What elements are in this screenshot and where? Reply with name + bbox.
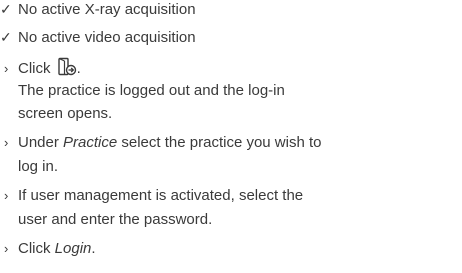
step-text: Click [18, 240, 55, 257]
step-emphasis: Practice [63, 134, 118, 151]
step-text: If user management is activated, select … [18, 187, 304, 204]
step-arrow-icon: › [4, 61, 9, 76]
step-arrow-icon: › [4, 135, 9, 150]
instruction-document: ✓ No active X-ray acquisition ✓ No active … [0, 0, 462, 273]
step-text-continued: user and enter the password. [18, 211, 213, 228]
step-result-text: screen opens. [18, 105, 113, 122]
step-item: › Click . [0, 57, 81, 82]
step-text: Click [18, 60, 51, 77]
step-item: › Click Login. [0, 239, 96, 258]
step-text-continued: log in. [18, 158, 59, 175]
prerequisite-text: No active X-ray acquisition [18, 1, 196, 18]
prerequisite-text: No active video acquisition [18, 29, 196, 46]
checkmark-icon: ✓ [0, 29, 12, 45]
step-text-end: . [91, 240, 96, 257]
step-text: select the practice you wish to [117, 134, 322, 151]
step-result-text: The practice is logged out and the log-i… [18, 82, 285, 99]
prerequisite-item: ✓ No active X-ray acquisition [0, 0, 196, 19]
step-text: Under [18, 134, 64, 151]
step-arrow-icon: › [4, 188, 9, 203]
step-item: › Under Practice select the practice you … [0, 133, 321, 152]
logout-icon [57, 57, 77, 82]
checkmark-icon: ✓ [0, 1, 12, 17]
step-item: › If user management is activated, select… [0, 186, 303, 205]
step-arrow-icon: › [4, 241, 9, 256]
step-emphasis: Login [54, 240, 92, 257]
prerequisite-item: ✓ No active video acquisition [0, 28, 196, 47]
step-text-end: . [76, 60, 81, 77]
